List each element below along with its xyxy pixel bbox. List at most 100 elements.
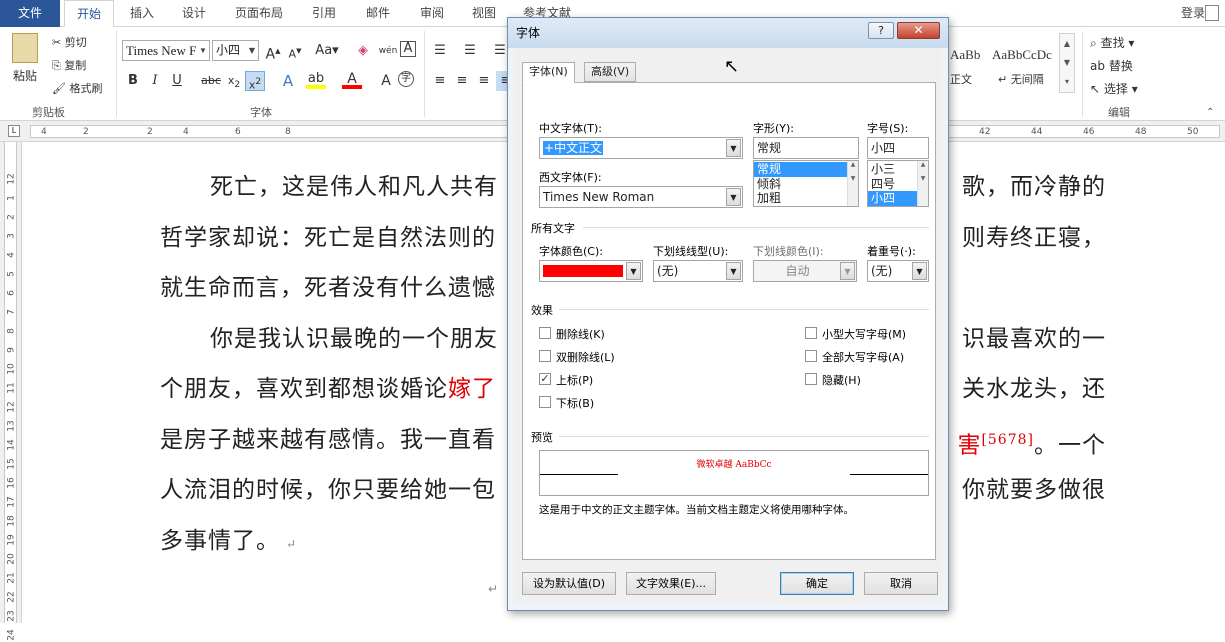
emphasis-combo[interactable]: (无) ▼ <box>867 260 929 282</box>
ruler-number: 14 <box>6 439 17 451</box>
ok-button[interactable]: 确定 <box>780 572 854 595</box>
cn-font-combo[interactable]: +中文正文 ▼ <box>539 137 743 159</box>
numbering-icon[interactable]: ☰ <box>460 41 480 61</box>
tab-review[interactable]: 审阅 <box>410 0 454 27</box>
font-tab-panel: 中文字体(T): +中文正文 ▼ 西文字体(F): Times New Roma… <box>522 82 936 560</box>
checkbox[interactable] <box>539 396 551 408</box>
font-style-option[interactable]: 倾斜 <box>754 177 858 192</box>
bullets-icon[interactable]: ☰ <box>430 41 450 61</box>
style-normal-preview[interactable]: AaBbCcDc <box>950 47 980 63</box>
font-size-list[interactable]: 小三 四号 小四 ▲ ▼ <box>867 160 929 207</box>
checkbox[interactable] <box>539 327 551 339</box>
font-style-list[interactable]: 常规 倾斜 加粗 ▲ ▼ <box>753 160 859 207</box>
enclose-char-icon[interactable]: 字 <box>398 71 414 87</box>
tab-font[interactable]: 字体(N) <box>522 62 575 83</box>
help-icon[interactable] <box>1205 5 1219 21</box>
align-right-icon[interactable]: ≡ <box>474 71 494 91</box>
cut-button[interactable]: ✂ 剪切 <box>52 34 87 50</box>
red-text-run: 害 <box>957 432 982 459</box>
chevron-down-icon: ▼ <box>248 46 256 55</box>
ruler-number: 12 <box>6 401 17 413</box>
text-run: 关水龙头，还 <box>962 376 1106 402</box>
tab-design[interactable]: 设计 <box>172 0 216 27</box>
ruler-number: 44 <box>1031 127 1043 137</box>
tab-layout[interactable]: 页面布局 <box>226 0 292 27</box>
style-no-spacing-name: ↵ 无间隔 <box>998 73 1044 86</box>
format-painter-button[interactable]: 🖌 格式刷 <box>52 80 102 96</box>
ruler-number: 20 <box>6 553 17 565</box>
clear-format-icon[interactable]: ◈ <box>353 41 373 61</box>
char-shading-icon[interactable]: A <box>376 71 396 91</box>
checkbox[interactable] <box>805 373 817 385</box>
effect-label: 上标(P) <box>556 374 594 387</box>
tab-file[interactable]: 文件 <box>0 0 60 27</box>
group-divider <box>116 31 117 117</box>
font-size-combo[interactable]: 小四 ▼ <box>212 40 259 61</box>
tab-view[interactable]: 视图 <box>462 0 506 27</box>
paste-button[interactable]: 粘贴 <box>13 67 37 84</box>
font-style-option[interactable]: 常规 <box>754 162 858 177</box>
text-run: 人流泪的时候，你只要给她一包 <box>160 477 496 503</box>
highlight-icon[interactable]: ab <box>306 71 326 89</box>
replace-button[interactable]: ab 替换 <box>1090 57 1133 74</box>
dialog-close-button[interactable]: ✕ <box>897 22 940 39</box>
select-button[interactable]: ↖ 选择 ▾ <box>1090 80 1138 97</box>
italic-icon[interactable]: I <box>145 71 165 91</box>
scrollbar[interactable]: ▲ ▼ <box>917 161 928 206</box>
tab-advanced[interactable]: 高级(V) <box>584 62 637 82</box>
text-effects-icon[interactable]: A <box>278 71 298 91</box>
ruler-number: 6 <box>235 127 241 137</box>
ruler-number: 1 <box>6 195 17 201</box>
mouse-cursor-icon: ↖ <box>724 56 740 77</box>
tab-selector-icon[interactable]: L <box>8 125 20 137</box>
group-divider <box>424 31 425 117</box>
clipboard-group-label: 剪贴板 <box>32 106 65 119</box>
underline-icon[interactable]: U <box>167 71 187 91</box>
font-name-combo[interactable]: Times New F ▼ <box>122 40 210 61</box>
subscript-icon[interactable]: x2 <box>224 71 244 91</box>
style-no-spacing-preview[interactable]: AaBbCcDc <box>992 47 1052 63</box>
cancel-button[interactable]: 取消 <box>864 572 938 595</box>
font-color-combo[interactable]: ▼ <box>539 260 643 282</box>
font-color-icon[interactable]: A <box>342 71 362 89</box>
tab-mailings[interactable]: 邮件 <box>356 0 400 27</box>
checkbox[interactable] <box>805 350 817 362</box>
grow-font-icon[interactable]: A▲ <box>263 41 283 63</box>
styles-gallery-scroll[interactable]: ▲ ▼ ▾ <box>1059 33 1075 93</box>
paste-icon[interactable] <box>12 33 38 63</box>
strikethrough-icon[interactable]: abc <box>199 71 223 91</box>
char-border-icon[interactable]: A <box>400 41 416 57</box>
underline-type-combo[interactable]: (无) ▼ <box>653 260 743 282</box>
font-style-option[interactable]: 加粗 <box>754 191 858 206</box>
checkbox[interactable] <box>539 350 551 362</box>
text-effects-button[interactable]: 文字效果(E)... <box>626 572 716 595</box>
scrollbar[interactable]: ▲ ▼ <box>847 161 858 206</box>
shrink-font-icon[interactable]: A▼ <box>285 41 305 61</box>
bold-icon[interactable]: B <box>123 71 143 91</box>
ruler-number: 5 <box>6 271 17 277</box>
effects-label: 效果 <box>531 304 553 317</box>
dialog-help-button[interactable]: ? <box>868 22 894 39</box>
chevron-down-icon: ▼ <box>726 262 741 280</box>
phonetic-guide-icon[interactable]: wén <box>378 41 398 61</box>
font-style-input[interactable]: 常规 <box>753 137 859 159</box>
collapse-ribbon-icon[interactable]: ⌃ <box>1206 107 1214 118</box>
font-size-input[interactable]: 小四 <box>867 137 929 159</box>
ruler-number: 6 <box>6 290 17 296</box>
align-left-icon[interactable]: ≡ <box>430 71 450 91</box>
tab-references[interactable]: 引用 <box>302 0 346 27</box>
font-color-label: 字体颜色(C): <box>539 245 603 258</box>
find-button[interactable]: ⌕ 查找 ▾ <box>1090 34 1134 51</box>
set-default-button[interactable]: 设为默认值(D) <box>522 572 616 595</box>
change-case-icon[interactable]: Aa▾ <box>312 41 342 61</box>
checkbox[interactable] <box>805 327 817 339</box>
login-link[interactable]: 登录 <box>1181 0 1205 27</box>
align-center-icon[interactable]: ≡ <box>452 71 472 91</box>
checkbox-checked[interactable]: ✓ <box>539 373 551 385</box>
copy-button[interactable]: ⎘ 复制 <box>52 57 86 73</box>
ruler-number: 50 <box>1187 127 1199 137</box>
tab-home[interactable]: 开始 <box>64 0 114 28</box>
western-font-combo[interactable]: Times New Roman ▼ <box>539 186 743 208</box>
superscript-icon[interactable]: x2 <box>245 71 265 92</box>
tab-insert[interactable]: 插入 <box>120 0 164 27</box>
